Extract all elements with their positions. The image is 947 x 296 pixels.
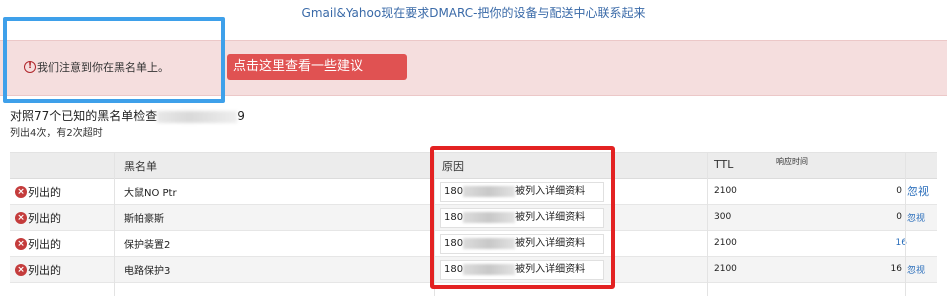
redacted-ip	[157, 110, 238, 123]
response-time: 0	[896, 212, 902, 222]
blacklist-name: 斯帕豪斯	[124, 214, 164, 225]
reason-detail-link[interactable]: 被列入详细资料	[515, 264, 585, 275]
dmarc-banner-link[interactable]: Gmail&Yahoo现在要求DMARC-把你的设备与配送中心联系起来	[0, 4, 947, 21]
reason-cell: 180 被列入详细资料	[440, 208, 604, 228]
blacklist-name: 保护装置2	[124, 240, 171, 251]
column-divider	[905, 153, 906, 296]
reason-cell: 180 被列入详细资料	[440, 260, 604, 280]
ignore-link[interactable]: 忽视	[907, 263, 925, 276]
check-summary-prefix: 对照77个已知的黑名单检查	[10, 109, 158, 123]
alert-message: 我们注意到你在黑名单上。	[37, 61, 169, 74]
reason-detail-link[interactable]: 被列入详细资料	[515, 212, 585, 223]
reason-cell: 180 被列入详细资料	[440, 234, 604, 254]
col-reason: 原因	[442, 160, 464, 173]
reason-prefix: 180	[444, 212, 464, 223]
redacted-ip	[463, 237, 516, 249]
status-text: 列出的	[28, 264, 61, 277]
col-ttl: TTL	[714, 158, 734, 171]
ttl-value: 2100	[714, 186, 737, 196]
column-divider	[114, 153, 115, 296]
table-row: × 列出的 斯帕豪斯 180 被列入详细资料 300 0 忽视	[10, 205, 937, 231]
ignore-link[interactable]: 忽视	[907, 211, 925, 224]
column-divider	[434, 153, 435, 296]
ttl-value: 2100	[714, 264, 737, 274]
col-blacklist: 黑名单	[124, 160, 157, 173]
close-circle-icon: ×	[15, 186, 27, 198]
table-row: × 列出的 保护装置2 180 被列入详细资料 2100 16	[10, 231, 937, 257]
blacklist-name: 大鼠NO Ptr	[124, 188, 177, 199]
blacklist-alert: ! 我们注意到你在黑名单上。 点击这里查看一些建议	[0, 40, 947, 96]
table-header: 黑名单 原因 TTL 响应时间	[10, 153, 937, 179]
ttl-value: 300	[714, 212, 732, 222]
blacklist-name: 电路保护3	[124, 266, 171, 277]
table-row: × 列出的 大鼠NO Ptr 180 被列入详细资料 2100 0 忽视	[10, 179, 937, 205]
status-text: 列出的	[28, 212, 61, 225]
close-circle-icon: ×	[15, 264, 27, 276]
status-text: 列出的	[28, 186, 61, 199]
blacklist-table: 黑名单 原因 TTL 响应时间 × 列出的 大鼠NO Ptr 180 被列入详细资…	[10, 152, 937, 296]
col-response-time: 响应时间	[776, 157, 808, 166]
redacted-ip	[463, 211, 516, 223]
reason-prefix: 180	[444, 238, 464, 249]
listing-result: 列出4次，有2次超时	[10, 128, 103, 139]
column-divider	[707, 153, 708, 296]
close-circle-icon: ×	[15, 212, 27, 224]
check-summary-suffix: 9	[237, 109, 245, 123]
status-text: 列出的	[28, 238, 61, 251]
ignore-link[interactable]: 忽视	[907, 183, 929, 199]
alert-circle-icon: !	[24, 61, 36, 73]
table-row: × 列出的 电路保护3 180 被列入详细资料 2100 16 忽视	[10, 257, 937, 283]
redacted-ip	[463, 263, 516, 275]
response-time: 16	[890, 264, 902, 274]
response-time: 0	[896, 186, 902, 196]
check-summary: 对照77个已知的黑名单检查 9	[10, 107, 245, 124]
redacted-ip	[463, 185, 516, 197]
close-circle-icon: ×	[15, 238, 27, 250]
reason-cell: 180 被列入详细资料	[440, 182, 604, 202]
view-advice-button[interactable]: 点击这里查看一些建议	[227, 54, 407, 80]
ttl-value: 2100	[714, 238, 737, 248]
reason-prefix: 180	[444, 264, 464, 275]
reason-detail-link[interactable]: 被列入详细资料	[515, 238, 585, 249]
reason-detail-link[interactable]: 被列入详细资料	[515, 186, 585, 197]
reason-prefix: 180	[444, 186, 464, 197]
